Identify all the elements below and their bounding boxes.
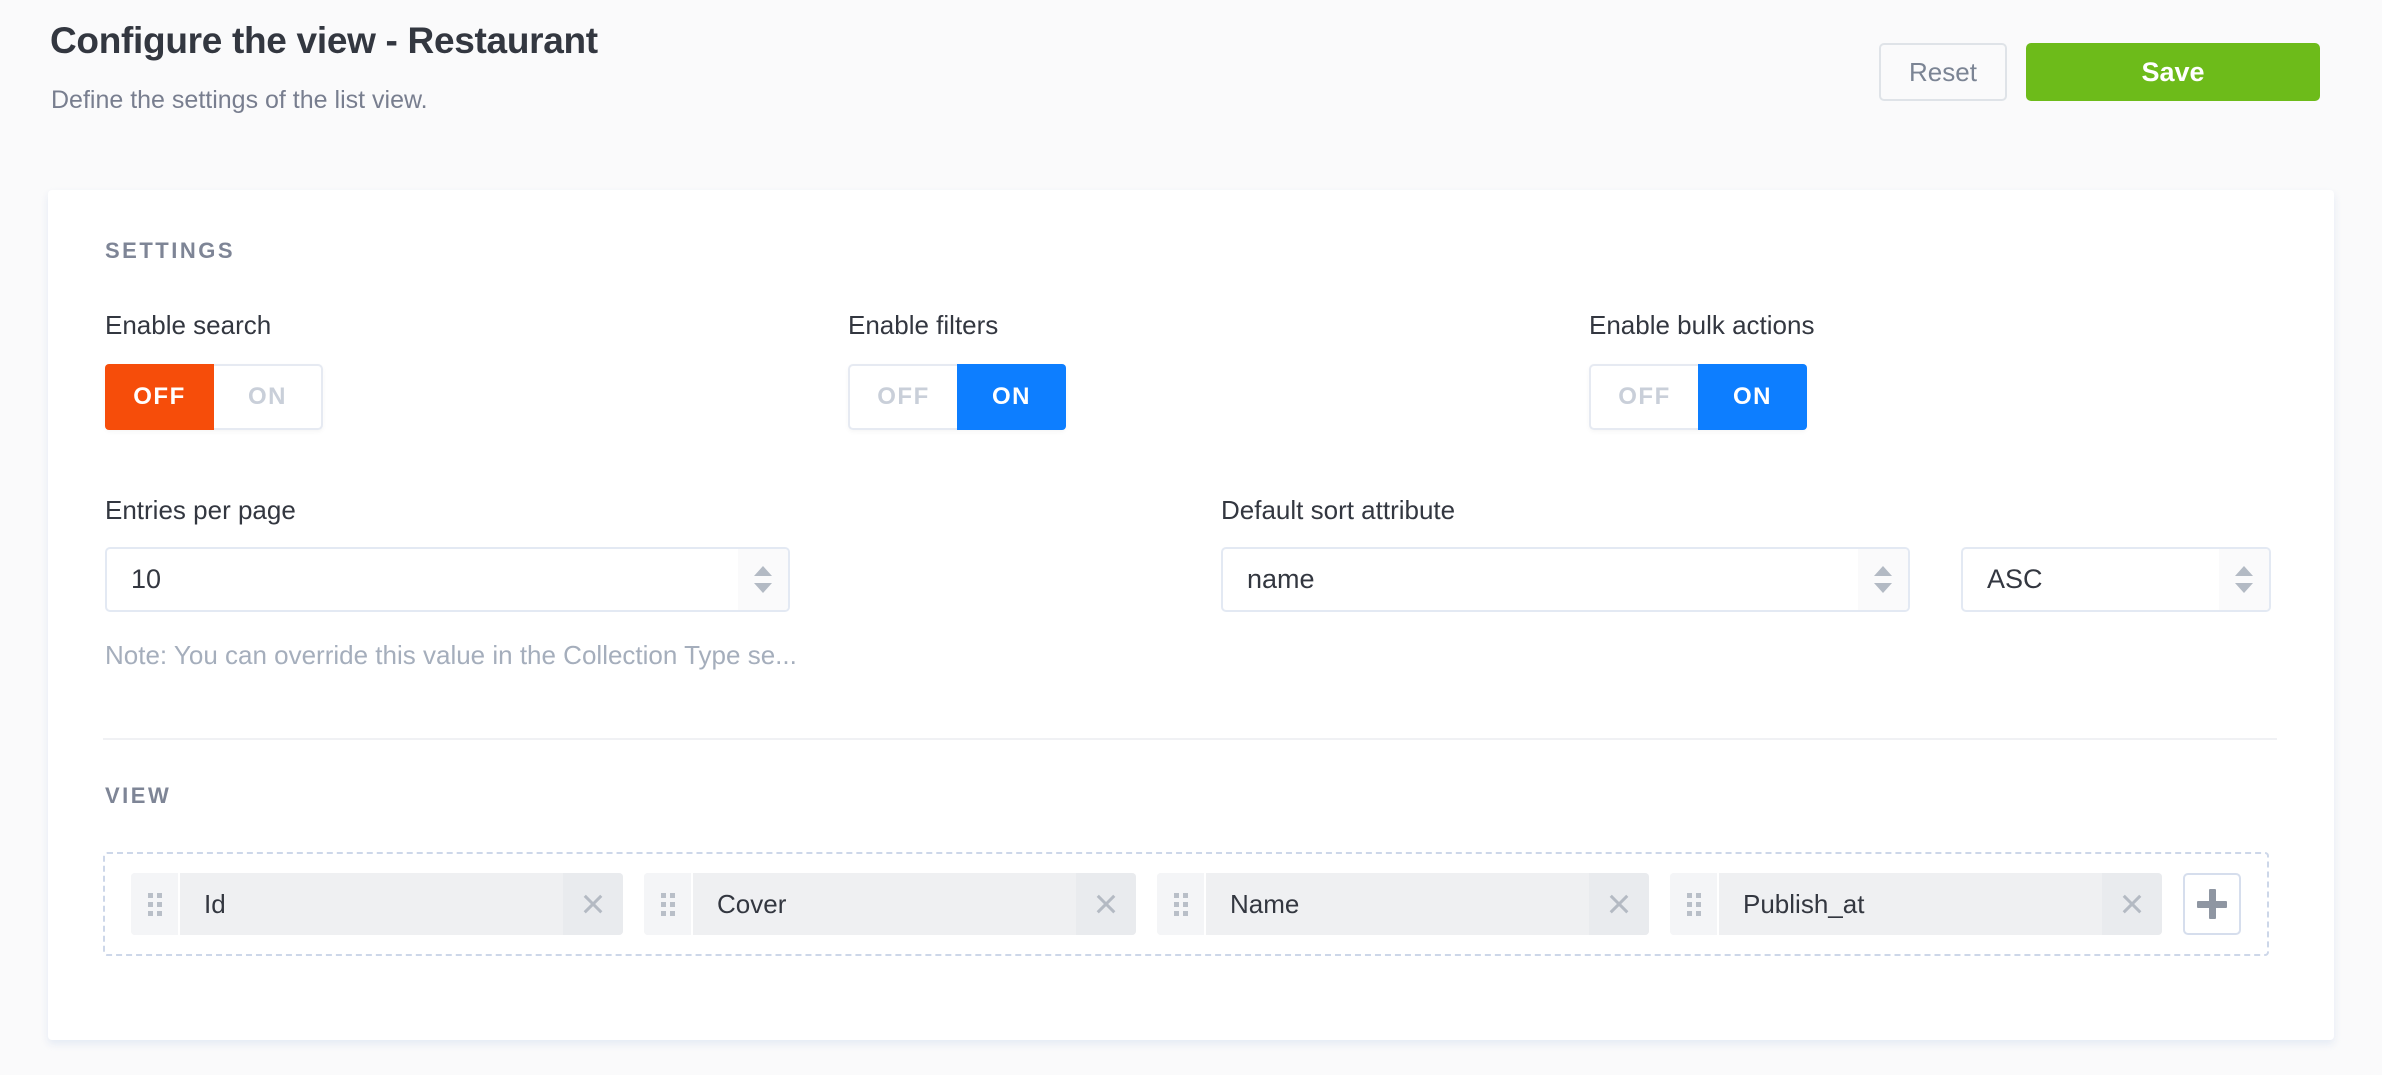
spinner-up-icon [1874, 566, 1892, 576]
sort-order-value: ASC [1987, 549, 2043, 610]
spinner-up-icon [2235, 566, 2253, 576]
spinner-icon [2219, 549, 2269, 610]
field-pill-name[interactable]: Name × [1157, 873, 1649, 935]
section-divider [103, 738, 2277, 740]
enable-bulk-actions-toggle-off[interactable]: OFF [1591, 366, 1698, 428]
field-pill-label: Cover [693, 873, 1076, 935]
reset-button[interactable]: Reset [1879, 43, 2007, 101]
grip-dots-icon [1687, 893, 1701, 916]
enable-filters-toggle-off[interactable]: OFF [850, 366, 957, 428]
close-icon[interactable]: × [563, 873, 623, 935]
settings-section-title: SETTINGS [105, 238, 235, 264]
page-title: Configure the view - Restaurant [50, 20, 598, 62]
field-pill-label: Publish_at [1719, 873, 2102, 935]
enable-filters-toggle-on[interactable]: ON [957, 364, 1066, 430]
drag-handle[interactable] [131, 873, 180, 935]
field-pill-publish-at[interactable]: Publish_at × [1670, 873, 2162, 935]
enable-search-toggle-off[interactable]: OFF [105, 364, 214, 430]
view-fields-dropzone[interactable]: Id × Cover × Name × Publish_at × [103, 852, 2269, 956]
sort-attribute-value: name [1247, 549, 1315, 610]
drag-handle[interactable] [1670, 873, 1719, 935]
spinner-down-icon [754, 583, 772, 593]
field-pill-cover[interactable]: Cover × [644, 873, 1136, 935]
grip-dots-icon [661, 893, 675, 916]
add-field-button[interactable] [2183, 873, 2241, 935]
enable-filters-label: Enable filters [848, 310, 998, 341]
field-pill-id[interactable]: Id × [131, 873, 623, 935]
grip-dots-icon [1174, 893, 1188, 916]
enable-bulk-actions-toggle[interactable]: OFF ON [1589, 364, 1807, 430]
spinner-up-icon [754, 566, 772, 576]
spinner-icon [738, 549, 788, 610]
field-pill-label: Id [180, 873, 563, 935]
default-sort-attribute-label: Default sort attribute [1221, 495, 1455, 526]
spinner-down-icon [1874, 583, 1892, 593]
spinner-down-icon [2235, 583, 2253, 593]
settings-card: SETTINGS Enable search Enable filters En… [48, 190, 2334, 1040]
close-icon[interactable]: × [1589, 873, 1649, 935]
enable-bulk-actions-label: Enable bulk actions [1589, 310, 1814, 341]
drag-handle[interactable] [644, 873, 693, 935]
entries-per-page-label: Entries per page [105, 495, 296, 526]
entries-per-page-select[interactable]: 10 [105, 547, 790, 612]
enable-search-label: Enable search [105, 310, 271, 341]
field-pill-label: Name [1206, 873, 1589, 935]
enable-filters-toggle[interactable]: OFF ON [848, 364, 1066, 430]
entries-per-page-note: Note: You can override this value in the… [105, 640, 797, 671]
page-subtitle: Define the settings of the list view. [51, 86, 428, 115]
enable-search-toggle[interactable]: OFF ON [105, 364, 323, 430]
close-icon[interactable]: × [2102, 873, 2162, 935]
sort-attribute-select[interactable]: name [1221, 547, 1910, 612]
spinner-icon [1858, 549, 1908, 610]
save-button[interactable]: Save [2026, 43, 2320, 101]
drag-handle[interactable] [1157, 873, 1206, 935]
sort-order-select[interactable]: ASC [1961, 547, 2271, 612]
view-section-title: VIEW [105, 783, 171, 809]
enable-bulk-actions-toggle-on[interactable]: ON [1698, 364, 1807, 430]
close-icon[interactable]: × [1076, 873, 1136, 935]
enable-search-toggle-on[interactable]: ON [214, 366, 321, 428]
entries-per-page-value: 10 [131, 549, 161, 610]
grip-dots-icon [148, 893, 162, 916]
